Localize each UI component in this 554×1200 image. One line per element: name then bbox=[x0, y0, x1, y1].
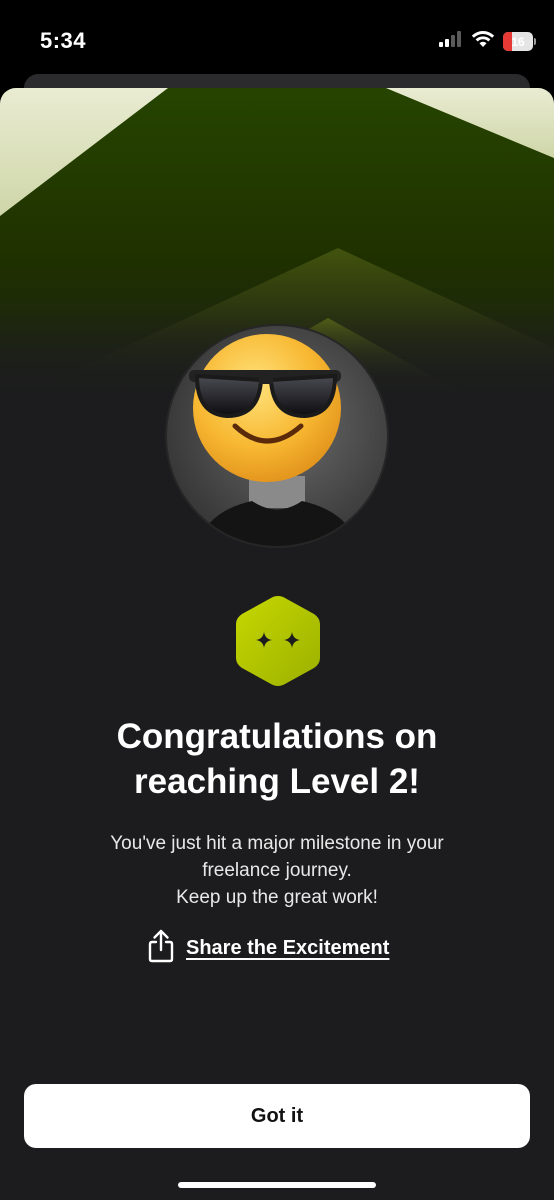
got-it-button[interactable]: Got it bbox=[24, 1084, 530, 1148]
share-excitement-link[interactable]: Share the Excitement bbox=[148, 928, 389, 968]
battery-tip bbox=[534, 38, 536, 45]
milestone-description: You've just hit a major milestone in you… bbox=[40, 830, 514, 911]
battery-charging-icon: 16 bbox=[503, 32, 536, 51]
wifi-icon bbox=[471, 30, 495, 53]
level-up-sheet: Congratulations on reaching Level 2! You… bbox=[0, 88, 554, 1200]
title-line-2: reaching Level 2! bbox=[134, 762, 420, 801]
level-hexagon-badge-icon bbox=[234, 592, 322, 690]
level-up-screen: 5:34 16 Congratulations on reaching Leve… bbox=[0, 0, 554, 1200]
title-line-1: Congratulations on bbox=[116, 717, 438, 756]
sunglasses-emoji-avatar-icon bbox=[189, 334, 359, 546]
share-link-label: Share the Excitement bbox=[186, 936, 390, 959]
status-bar: 5:34 16 bbox=[0, 0, 554, 80]
battery-indicator: 16 bbox=[503, 32, 533, 51]
description-line-1: You've just hit a major milestone in you… bbox=[110, 833, 444, 854]
status-time: 5:34 bbox=[40, 28, 87, 53]
profile-avatar bbox=[167, 326, 387, 546]
description-line-2: freelance journey. bbox=[202, 860, 352, 881]
cellular-signal-icon bbox=[439, 31, 463, 52]
home-indicator bbox=[178, 1182, 376, 1188]
share-icon bbox=[148, 929, 174, 968]
congratulations-title: Congratulations on reaching Level 2! bbox=[40, 714, 514, 804]
description-line-3: Keep up the great work! bbox=[176, 887, 378, 908]
battery-percentage: 16 bbox=[511, 34, 525, 49]
status-icons: 16 bbox=[439, 30, 536, 53]
